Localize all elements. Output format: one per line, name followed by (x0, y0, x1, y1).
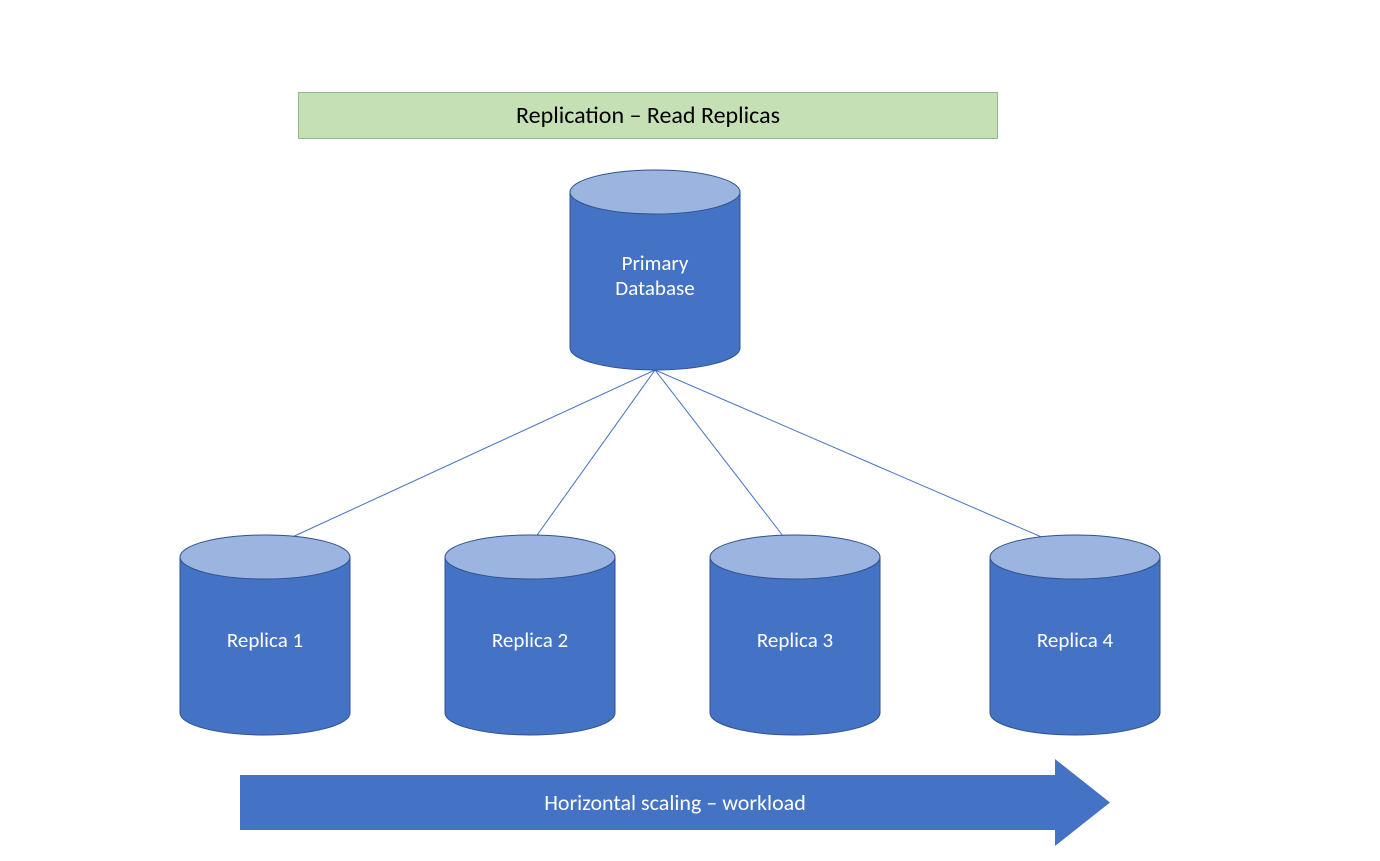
replica-4-label: Replica 4 (1037, 628, 1113, 653)
horizontal-scaling-arrow: Horizontal scaling – workload (240, 775, 1110, 830)
primary-database-icon: Primary Database (570, 170, 740, 370)
replica-1-icon: Replica 1 (180, 535, 350, 735)
replica-2-icon: Replica 2 (445, 535, 615, 735)
replica-4-icon: Replica 4 (990, 535, 1160, 735)
primary-database-label: Primary Database (615, 251, 694, 301)
replica-3-label: Replica 3 (757, 628, 833, 653)
horizontal-scaling-label: Horizontal scaling – workload (544, 789, 806, 816)
diagram-title: Replication – Read Replicas (298, 92, 998, 139)
replica-1-label: Replica 1 (227, 628, 303, 653)
replica-3-icon: Replica 3 (710, 535, 880, 735)
replica-2-label: Replica 2 (492, 628, 568, 653)
